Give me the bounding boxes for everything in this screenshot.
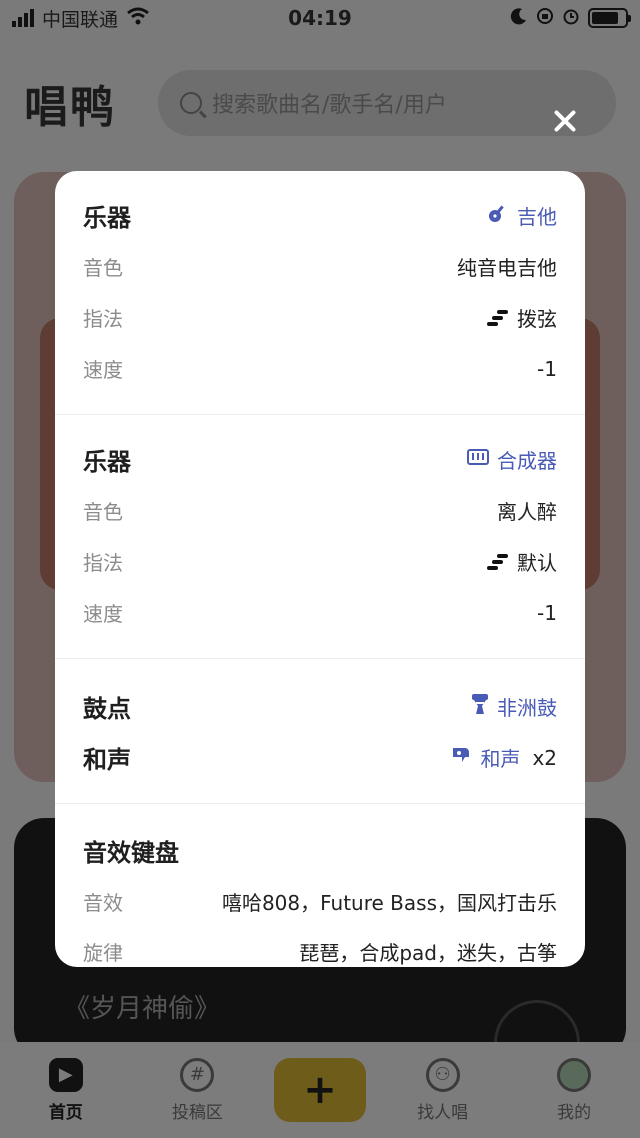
- home-play-icon: ▶: [48, 1057, 83, 1092]
- drums-tag: 非洲鼓: [471, 692, 557, 721]
- instrument-section-2: 乐器 合成器 音色 离人醉 指法 默认 速度 -1: [55, 415, 585, 659]
- tab-submit-label: 投稿区: [171, 1102, 223, 1123]
- hashtag-icon: #: [180, 1057, 215, 1092]
- instrument-name: 吉他: [517, 204, 557, 229]
- tab-home-label: 首页: [48, 1102, 83, 1123]
- harmony-value: 和声: [480, 747, 521, 771]
- search-icon: [180, 92, 202, 114]
- guitar-icon: [487, 202, 509, 229]
- instrument-name: 合成器: [497, 448, 557, 473]
- app-header: 唱鸭 搜索歌曲名/歌手名/用户: [0, 66, 640, 140]
- app-logo: 唱鸭: [24, 82, 116, 133]
- harmony-multiplier: x2: [532, 745, 557, 770]
- tone-label: 音色: [83, 256, 123, 280]
- speed-value: -1: [537, 356, 557, 381]
- tone-value: 离人醉: [497, 500, 557, 524]
- people-icon: ⚇: [425, 1057, 460, 1092]
- search-bar[interactable]: 搜索歌曲名/歌手名/用户: [158, 70, 616, 136]
- speed-label: 速度: [83, 358, 123, 382]
- fingering-value-wrap: 拨弦: [487, 303, 557, 332]
- melody-label: 旋律: [83, 940, 123, 965]
- tone-label: 音色: [83, 500, 123, 524]
- tab-find-label: 找人唱: [417, 1102, 469, 1123]
- fx-keyboard-section: 音效键盘 音效 嘻哈808，Future Bass，国风打击乐 旋律 琵琶，合成…: [55, 804, 585, 967]
- battery-icon: [588, 8, 631, 28]
- plus-icon: +: [303, 1067, 337, 1113]
- drums-label: 鼓点: [83, 695, 131, 723]
- fingering-label: 指法: [83, 551, 123, 575]
- tab-submit[interactable]: # 投稿区: [142, 1057, 252, 1123]
- speed-value: -1: [537, 600, 557, 625]
- tab-home[interactable]: ▶ 首页: [11, 1057, 121, 1123]
- search-placeholder: 搜索歌曲名/歌手名/用户: [212, 93, 447, 118]
- tab-find[interactable]: ⚇ 找人唱: [388, 1057, 498, 1123]
- effects-label: 音效: [83, 891, 123, 915]
- african-drum-icon: [471, 693, 489, 720]
- moon-icon: [510, 7, 528, 30]
- signal-icon: [12, 9, 34, 27]
- drums-value: 非洲鼓: [497, 696, 557, 720]
- section-heading: 音效键盘: [83, 838, 179, 867]
- alarm-icon: [562, 7, 580, 30]
- harmony-tag: 和声 x2: [450, 743, 557, 772]
- fingering-value-wrap: 默认: [487, 547, 557, 576]
- section-heading: 乐器: [83, 203, 131, 232]
- arrangement-detail-modal: 乐器 吉他 音色 纯音电吉他 指法 拨弦 速度 -1 乐器 合成器 音色 离人醉…: [55, 171, 585, 967]
- synthesizer-icon: [467, 447, 489, 472]
- rhythm-section: 鼓点 非洲鼓 和声 和声 x2: [55, 659, 585, 804]
- fingering-icon: [487, 551, 509, 573]
- clock: 04:19: [288, 6, 352, 30]
- fingering-value: 默认: [517, 551, 557, 575]
- effects-value: 嘻哈808，Future Bass，国风打击乐: [221, 891, 557, 915]
- carrier-label: 中国联通: [42, 8, 119, 31]
- status-bar: 中国联通 04:19: [0, 0, 640, 36]
- instrument-tag: 合成器: [467, 445, 557, 474]
- instrument-section-1: 乐器 吉他 音色 纯音电吉他 指法 拨弦 速度 -1: [55, 171, 585, 415]
- wifi-icon: [126, 7, 150, 30]
- speed-label: 速度: [83, 602, 123, 626]
- fingering-icon: [487, 307, 509, 329]
- bottom-tab-bar: ▶ 首页 # 投稿区 + ⚇ 找人唱 我的: [0, 1042, 640, 1138]
- instrument-tag: 吉他: [487, 201, 557, 230]
- harmony-voice-icon: [450, 745, 472, 770]
- create-button[interactable]: +: [273, 1058, 366, 1122]
- fingering-label: 指法: [83, 307, 123, 331]
- avatar: [557, 1057, 592, 1092]
- tab-me[interactable]: 我的: [519, 1057, 629, 1123]
- fingering-value: 拨弦: [517, 307, 557, 331]
- rotation-lock-icon: [536, 7, 554, 30]
- harmony-label: 和声: [83, 746, 131, 774]
- section-heading: 乐器: [83, 447, 131, 476]
- melody-value: 琵琶，合成pad，迷失，古筝: [299, 940, 557, 965]
- close-icon[interactable]: [552, 108, 578, 134]
- tab-me-label: 我的: [557, 1102, 592, 1123]
- song-title: 《岁月神偷》: [64, 994, 221, 1024]
- tone-value: 纯音电吉他: [457, 256, 557, 280]
